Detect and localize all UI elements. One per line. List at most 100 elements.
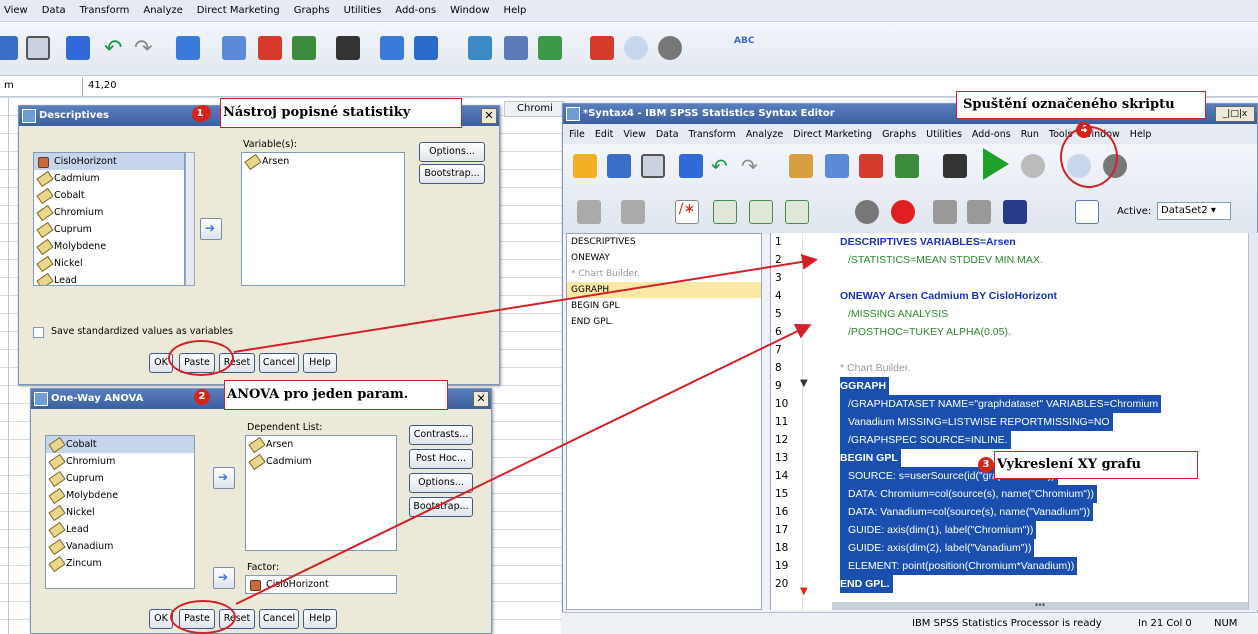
outline-item[interactable]: * Chart Builder.: [567, 266, 761, 282]
code-line[interactable]: ONEWAY Arsen Cadmium BY CisloHorizont: [836, 287, 1248, 305]
menu-item[interactable]: View: [623, 129, 646, 140]
binoculars-icon[interactable]: [336, 36, 360, 60]
code-line[interactable]: Vanadium MISSING=LISTWISE REPORTMISSING=…: [836, 413, 1248, 431]
active-dataset-select[interactable]: DataSet2 ▾: [1157, 202, 1231, 220]
code-line[interactable]: DATA: Chromium=col(source(s), name("Chro…: [836, 485, 1248, 503]
outline-item[interactable]: GGRAPH: [567, 282, 761, 298]
split-file-icon[interactable]: [468, 36, 492, 60]
code-line[interactable]: GUIDE: axis(dim(2), label("Vanadium")): [836, 539, 1248, 557]
source-variable-list[interactable]: Cobalt Chromium Cuprum Molybdene Nickel Lead V…: [45, 435, 195, 589]
redo-icon[interactable]: ↷: [741, 154, 765, 178]
menu-item[interactable]: Transform: [689, 129, 736, 140]
spell-check-icon[interactable]: ABC: [734, 36, 758, 60]
cancel-button[interactable]: Cancel: [259, 353, 299, 373]
menu-item[interactable]: View: [4, 5, 28, 16]
close-icon[interactable]: ✕: [481, 108, 497, 124]
insert-variable-icon[interactable]: [414, 36, 438, 60]
print-icon[interactable]: [26, 36, 50, 60]
menu-item[interactable]: Graphs: [294, 5, 330, 16]
menu-item[interactable]: Analyze: [143, 5, 182, 16]
indent-icon[interactable]: [713, 200, 737, 224]
code-line[interactable]: [836, 269, 1248, 287]
list-item[interactable]: Nickel: [34, 255, 184, 272]
show-all-variables-icon[interactable]: [658, 36, 682, 60]
dialog-recall-icon[interactable]: [679, 154, 703, 178]
bookmark-icon[interactable]: [891, 200, 915, 224]
bootstrap-button[interactable]: Bootstrap...: [419, 164, 485, 184]
toolbar-button[interactable]: [0, 36, 18, 60]
dependent-list[interactable]: Arsen Cadmium: [245, 435, 397, 551]
bookmark-icon[interactable]: [933, 200, 957, 224]
code-line[interactable]: /GRAPHDATASET NAME="graphdataset" VARIAB…: [836, 395, 1248, 413]
list-item[interactable]: Vanadium: [46, 538, 194, 555]
list-item[interactable]: Lead: [46, 521, 194, 538]
menu-icon[interactable]: [1075, 200, 1099, 224]
menu-item[interactable]: Help: [504, 5, 527, 16]
open-icon[interactable]: [573, 154, 597, 178]
code-line[interactable]: ELEMENT: point(position(Chromium*Vanadiu…: [836, 557, 1248, 575]
fold-gutter[interactable]: [802, 233, 832, 610]
redo-icon[interactable]: ↷: [134, 36, 158, 61]
selected-variable-list[interactable]: Arsen: [241, 152, 405, 286]
menu-item[interactable]: Direct Marketing: [197, 5, 280, 16]
menu-item[interactable]: Help: [1130, 129, 1152, 140]
code-line[interactable]: END GPL.: [836, 575, 1248, 593]
menu-item[interactable]: Add-ons: [395, 5, 436, 16]
cell-value[interactable]: 41,20: [88, 80, 117, 91]
menu-item[interactable]: Window: [450, 5, 489, 16]
menu-item[interactable]: Utilities: [344, 5, 382, 16]
list-item[interactable]: Cuprum: [46, 470, 194, 487]
outline-item[interactable]: ONEWAY: [567, 250, 761, 266]
menu-item[interactable]: Transform: [80, 5, 130, 16]
code-line[interactable]: * Chart Builder.: [836, 359, 1248, 377]
print-icon[interactable]: [641, 154, 665, 178]
menu-item[interactable]: Run: [1021, 129, 1039, 140]
undo-icon[interactable]: ↶: [711, 154, 735, 178]
list-item[interactable]: Molybdene: [46, 487, 194, 504]
list-item[interactable]: Cadmium: [34, 170, 184, 187]
options-button[interactable]: Options...: [409, 473, 473, 493]
code-line[interactable]: GGRAPH: [836, 377, 1248, 395]
menu-item[interactable]: Graphs: [882, 129, 916, 140]
code-line[interactable]: /POSTHOC=TUKEY ALPHA(0.05).: [836, 323, 1248, 341]
indent-icon[interactable]: [749, 200, 773, 224]
goto-variable-icon[interactable]: [222, 36, 246, 60]
find-icon[interactable]: [292, 36, 316, 60]
book-icon[interactable]: [1003, 200, 1027, 224]
help-button[interactable]: Help: [303, 609, 337, 629]
move-to-factor-button[interactable]: [213, 567, 235, 589]
options-button[interactable]: Options...: [419, 142, 485, 162]
menu-item[interactable]: File: [569, 129, 585, 140]
list-item[interactable]: Nickel: [46, 504, 194, 521]
menu-item[interactable]: Data: [42, 5, 66, 16]
check-icon[interactable]: [621, 200, 645, 224]
goto-variable-icon[interactable]: [825, 154, 849, 178]
cancel-button[interactable]: Cancel: [259, 609, 299, 629]
list-item[interactable]: Arsen: [246, 436, 396, 453]
bootstrap-button[interactable]: Bootstrap...: [409, 497, 473, 517]
select-cases-icon[interactable]: [538, 36, 562, 60]
column-header[interactable]: Chromi: [504, 101, 564, 117]
post-hoc-button[interactable]: Post Hoc...: [409, 449, 473, 469]
list-item[interactable]: Zincum: [46, 555, 194, 572]
factor-field[interactable]: CisloHorizont: [245, 575, 397, 594]
code-lines[interactable]: DESCRIPTIVES VARIABLES=Arsen/STATISTICS=…: [836, 233, 1248, 593]
code-line[interactable]: [836, 341, 1248, 359]
menu-item[interactable]: Edit: [595, 129, 613, 140]
bookmark-icon[interactable]: [967, 200, 991, 224]
code-line[interactable]: GUIDE: axis(dim(1), label("Chromium")): [836, 521, 1248, 539]
goto-case-icon[interactable]: [789, 154, 813, 178]
close-icon[interactable]: ✕: [473, 391, 489, 407]
outline-item[interactable]: DESCRIPTIVES: [567, 234, 761, 250]
menu-item[interactable]: Add-ons: [972, 129, 1011, 140]
menu-item[interactable]: Direct Marketing: [793, 129, 872, 140]
list-item[interactable]: Cuprum: [34, 221, 184, 238]
list-item[interactable]: Cobalt: [46, 436, 194, 453]
value-labels-icon[interactable]: [590, 36, 614, 60]
variables-icon[interactable]: [258, 36, 282, 60]
insert-cases-icon[interactable]: [380, 36, 404, 60]
list-item[interactable]: Arsen: [242, 153, 404, 170]
list-item[interactable]: Chromium: [34, 204, 184, 221]
list-item[interactable]: CisloHorizont: [34, 153, 184, 170]
goto-case-icon[interactable]: [176, 36, 200, 60]
